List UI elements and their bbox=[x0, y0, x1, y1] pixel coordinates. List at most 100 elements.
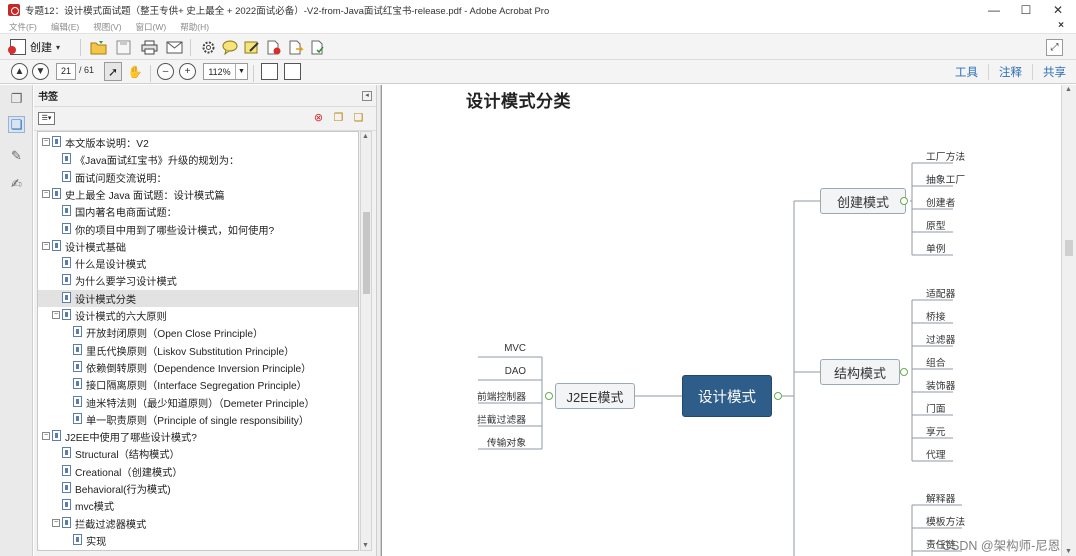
bookmark-item[interactable]: − 拦截过滤器模式 bbox=[38, 515, 358, 532]
signatures-icon[interactable]: ✍ bbox=[8, 175, 25, 192]
bookmarks-title: 书签 bbox=[38, 92, 58, 103]
page-number-input[interactable]: 21 bbox=[56, 63, 76, 80]
expand-dot-icon[interactable] bbox=[774, 392, 782, 400]
expand-view-button[interactable]: ⤢ bbox=[1046, 39, 1063, 56]
scroll-up-icon[interactable]: ▲ bbox=[1065, 86, 1072, 93]
bookmark-item[interactable]: mvc模式 bbox=[38, 497, 358, 514]
bookmark-item[interactable]: 《Java面试红宝书》升级的规划为： bbox=[38, 151, 358, 168]
save-button[interactable] bbox=[114, 38, 132, 56]
envelope-icon bbox=[166, 41, 182, 53]
fit-width-button[interactable] bbox=[284, 63, 301, 80]
bookmark-icon bbox=[62, 447, 71, 459]
bookmarks-scrollbar[interactable]: ▲ ▼ bbox=[360, 131, 372, 551]
comment-button[interactable] bbox=[221, 38, 239, 56]
bookmark-icon bbox=[62, 222, 71, 234]
settings-button[interactable] bbox=[199, 38, 217, 56]
menu-view[interactable]: 视图(V) bbox=[93, 21, 121, 33]
close-window-button[interactable]: ✕ bbox=[1042, 0, 1074, 20]
zoom-in-button[interactable]: + bbox=[179, 63, 196, 80]
menu-help[interactable]: 帮助(H) bbox=[180, 21, 209, 33]
zoom-out-button[interactable]: – bbox=[157, 63, 174, 80]
bookmark-item[interactable]: 什么是设计模式 bbox=[38, 255, 358, 272]
tools-link[interactable]: 工具 bbox=[945, 64, 988, 80]
minimize-button[interactable]: — bbox=[978, 0, 1010, 20]
close-document-button[interactable]: × bbox=[1058, 20, 1064, 31]
select-tool-button[interactable]: ➚ bbox=[104, 62, 122, 81]
bookmark-label: 面试问题交流说明： bbox=[75, 173, 167, 185]
bookmark-label: 单一职责原则（Principle of single responsibilit… bbox=[86, 415, 310, 427]
collapse-toggle-icon[interactable]: − bbox=[52, 518, 60, 527]
new-bookmark-icon[interactable]: ❐ bbox=[332, 112, 345, 125]
scroll-down-icon[interactable]: ▼ bbox=[1065, 548, 1072, 555]
mindmap-leaf-creational: 原型 bbox=[926, 221, 946, 232]
scrollbar-thumb[interactable] bbox=[1065, 240, 1073, 256]
bookmarks-icon[interactable]: ❏ bbox=[8, 116, 25, 133]
mindmap-leaf-structural: 享元 bbox=[926, 427, 946, 438]
bookmark-icon bbox=[73, 395, 82, 407]
menu-file[interactable]: 文件(F) bbox=[9, 21, 37, 33]
collapse-toggle-icon[interactable]: − bbox=[42, 241, 50, 250]
bookmark-item[interactable]: Structural（结构模式） bbox=[38, 445, 358, 462]
expand-dot-icon[interactable] bbox=[900, 197, 908, 205]
bookmark-item[interactable]: 为什么要学习设计模式 bbox=[38, 272, 358, 289]
create-button[interactable]: 创建 ▾ bbox=[8, 38, 60, 56]
doc-check-icon bbox=[311, 40, 324, 54]
open-folder-button[interactable] bbox=[89, 38, 107, 56]
bookmark-item[interactable]: 你的项目中用到了哪些设计模式，如何使用? bbox=[38, 221, 358, 238]
scroll-up-icon[interactable]: ▲ bbox=[362, 133, 369, 140]
bookmark-item[interactable]: − 史上最全 Java 面试题：设计模式篇 bbox=[38, 186, 358, 203]
bookmark-item[interactable]: − 设计模式基础 bbox=[38, 238, 358, 255]
bookmark-item[interactable]: 设计模式分类 bbox=[38, 289, 358, 307]
expand-dot-icon[interactable] bbox=[545, 392, 553, 400]
stamp-button[interactable] bbox=[265, 38, 283, 56]
menu-window[interactable]: 窗口(W) bbox=[136, 21, 167, 33]
expand-bookmark-icon[interactable]: ❏ bbox=[352, 112, 365, 125]
bookmark-item[interactable]: 开放封闭原则（Open Close Principle） bbox=[38, 324, 358, 341]
scrollbar-thumb[interactable] bbox=[363, 212, 370, 294]
bookmark-item[interactable]: 单一职责原则（Principle of single responsibilit… bbox=[38, 411, 358, 428]
delete-bookmark-icon[interactable]: ⊗ bbox=[312, 112, 325, 125]
comment-link[interactable]: 注释 bbox=[988, 64, 1032, 80]
bookmark-item[interactable]: Creational（创建模式） bbox=[38, 463, 358, 480]
page-thumbnails-icon[interactable]: ❐ bbox=[8, 90, 25, 107]
document-scrollbar[interactable]: ▲ ▼ bbox=[1061, 85, 1076, 556]
highlight-button[interactable] bbox=[243, 38, 261, 56]
attach-button[interactable] bbox=[309, 38, 327, 56]
menu-edit[interactable]: 编辑(E) bbox=[51, 21, 79, 33]
bookmark-item[interactable]: 面试问题交流说明： bbox=[38, 169, 358, 186]
bookmark-item[interactable]: − 设计模式的六大原则 bbox=[38, 307, 358, 324]
collapse-panel-button[interactable]: ◂ bbox=[362, 91, 372, 101]
collapse-toggle-icon[interactable]: − bbox=[42, 432, 50, 441]
bookmark-item[interactable]: 国内著名电商面试题： bbox=[38, 203, 358, 220]
previous-page-button[interactable]: ▲ bbox=[11, 63, 28, 80]
bookmark-label: 设计模式的六大原则 bbox=[75, 312, 167, 323]
bookmark-item[interactable]: 实现 bbox=[38, 532, 358, 549]
maximize-button[interactable]: ☐ bbox=[1010, 0, 1042, 20]
bookmark-item[interactable]: − 本文版本说明：V2 bbox=[38, 134, 358, 151]
collapse-toggle-icon[interactable]: − bbox=[52, 311, 60, 319]
attachments-icon[interactable]: ✎ bbox=[8, 147, 25, 164]
scroll-down-icon[interactable]: ▼ bbox=[362, 542, 369, 549]
bookmark-item[interactable]: 里氏代换原则（Liskov Substitution Principle） bbox=[38, 342, 358, 359]
bookmark-item[interactable]: 依赖倒转原则（Dependence Inversion Principle） bbox=[38, 359, 358, 376]
mindmap-leaf-creational: 工厂方法 bbox=[926, 152, 966, 163]
zoom-select[interactable]: 112% ▼ bbox=[203, 63, 248, 80]
collapse-toggle-icon[interactable]: − bbox=[42, 189, 50, 198]
save-icon bbox=[116, 40, 130, 54]
bookmark-item[interactable]: 迪米特法则（最少知道原则）（Demeter Principle） bbox=[38, 394, 358, 411]
email-button[interactable] bbox=[165, 38, 183, 56]
hand-tool-button[interactable]: ✋ bbox=[126, 62, 144, 81]
next-page-button[interactable]: ▼ bbox=[32, 63, 49, 80]
fit-page-button[interactable] bbox=[261, 63, 278, 80]
bookmark-label: 实现 bbox=[86, 536, 107, 548]
share-link[interactable]: 共享 bbox=[1032, 64, 1076, 80]
bookmark-icon bbox=[62, 482, 71, 493]
bookmark-item[interactable]: Behavioral(行为模式) bbox=[38, 480, 358, 497]
collapse-toggle-icon[interactable]: − bbox=[42, 138, 50, 146]
print-button[interactable] bbox=[140, 38, 158, 56]
expand-dot-icon[interactable] bbox=[900, 368, 908, 376]
bookmark-item[interactable]: 接口隔离原则（Interface Segregation Principle） bbox=[38, 376, 358, 393]
bookmark-item[interactable]: − J2EE中使用了哪些设计模式? bbox=[38, 428, 358, 445]
bookmark-options-button[interactable]: ☰▾ bbox=[38, 112, 55, 125]
export-button[interactable] bbox=[287, 38, 305, 56]
